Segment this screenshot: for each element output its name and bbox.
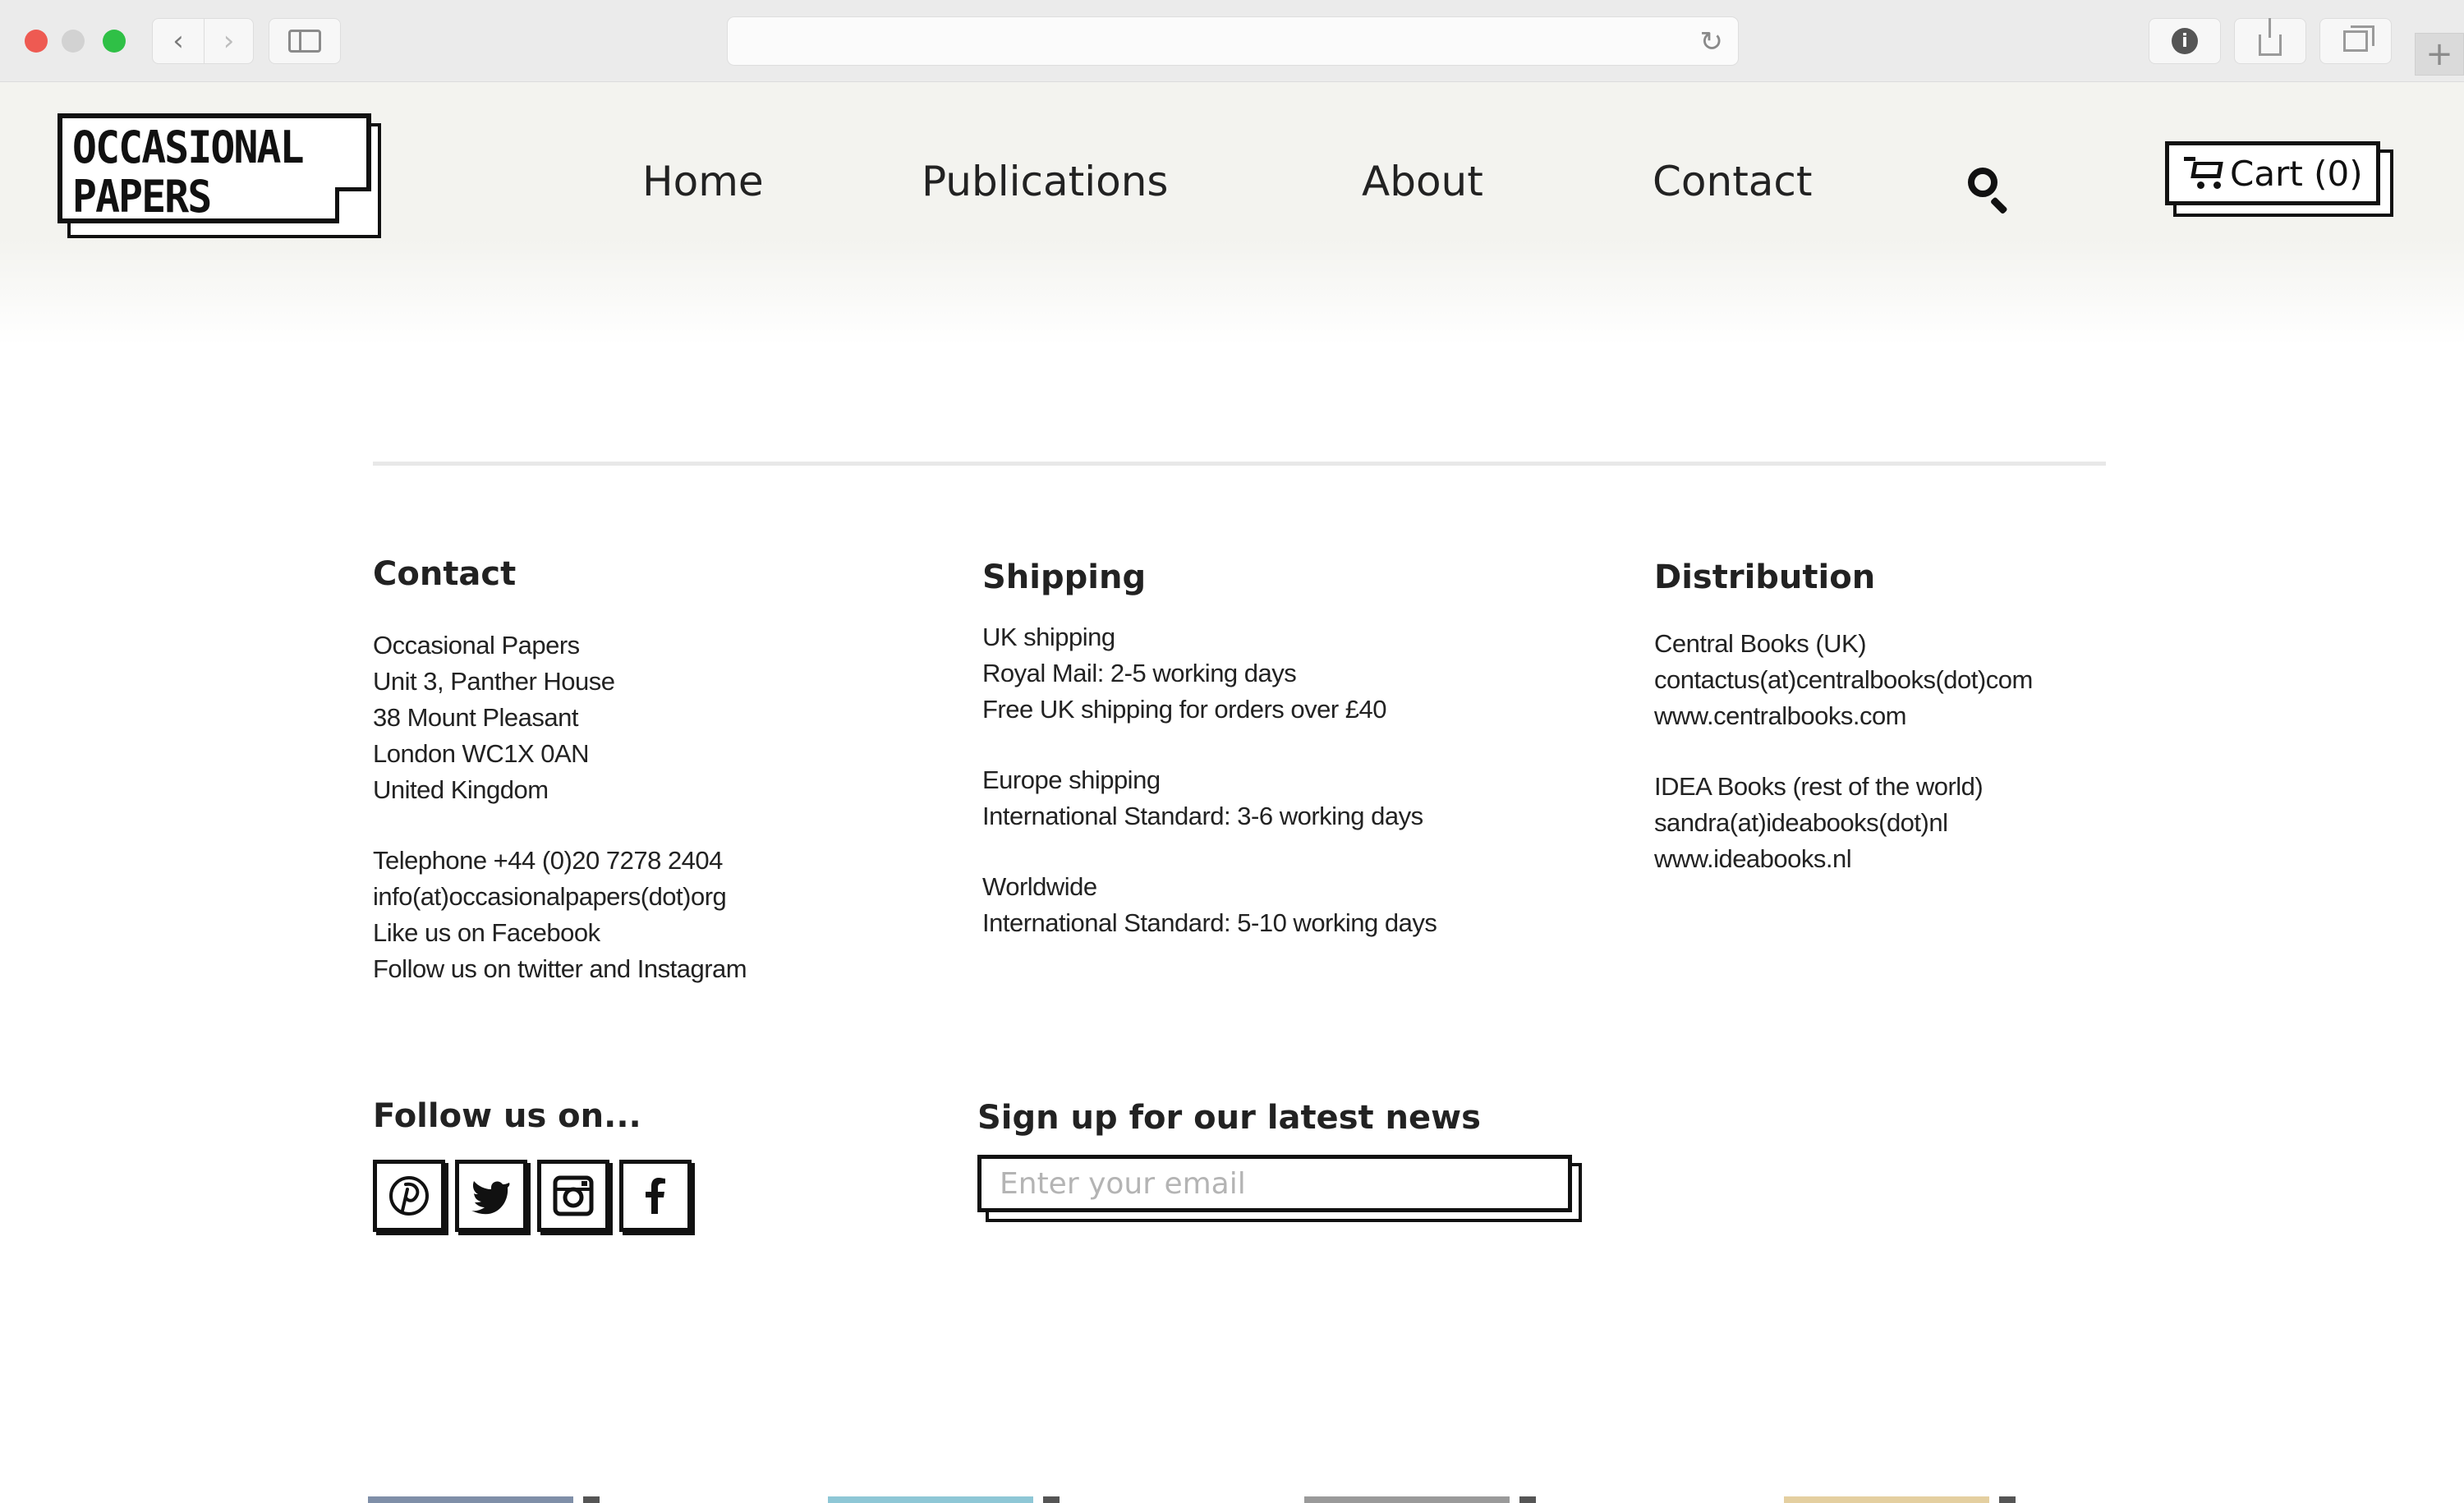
shipping-line: Free UK shipping for orders over £40 — [982, 695, 1387, 724]
distributor-name: Central Books (UK) — [1654, 629, 1867, 658]
shipping-column: Shipping UK shipping Royal Mail: 2-5 wor… — [982, 558, 1437, 941]
signup-heading: Sign up for our latest news — [977, 1099, 1481, 1137]
minimize-window-button[interactable] — [62, 30, 85, 53]
shipping-line: International Standard: 3-6 working days — [982, 802, 1423, 830]
instagram-button[interactable] — [537, 1160, 609, 1232]
share-button[interactable] — [2234, 18, 2306, 64]
distribution-column: Distribution Central Books (UK) contactu… — [1654, 558, 2033, 877]
zoom-window-button[interactable] — [103, 30, 126, 53]
instagram-icon — [553, 1175, 594, 1216]
shipping-heading: Shipping — [982, 558, 1147, 596]
social-links — [373, 1160, 692, 1232]
new-tab-button[interactable]: + — [2415, 33, 2464, 76]
shipping-line: UK shipping — [982, 623, 1115, 651]
logo-line-1: OCCASIONAL — [72, 122, 305, 173]
info-button[interactable]: i — [2149, 18, 2221, 64]
distributor-email[interactable]: sandra(at)ideabooks(dot)nl — [1654, 805, 2033, 841]
address-bar[interactable]: ↻ — [727, 16, 1739, 66]
sidebar-icon — [288, 30, 321, 53]
publication-thumbnails-edge — [0, 1496, 2464, 1503]
divider — [373, 462, 2106, 466]
site-header: OCCASIONAL PAPERS Home Publications Abou… — [0, 82, 2464, 345]
pinterest-button[interactable] — [373, 1160, 445, 1232]
site-logo[interactable]: OCCASIONAL PAPERS — [57, 113, 381, 238]
forward-icon: › — [223, 25, 235, 57]
follow-heading: Follow us on... — [373, 1097, 641, 1135]
facebook-button[interactable] — [619, 1160, 692, 1232]
shipping-line: International Standard: 5-10 working day… — [982, 908, 1437, 937]
twitter-icon — [471, 1181, 510, 1215]
distribution-heading: Distribution — [1654, 558, 1876, 596]
shipping-line: Royal Mail: 2-5 working days — [982, 659, 1297, 687]
twitter-instagram-link[interactable]: Follow us on twitter and Instagram — [373, 951, 747, 987]
address-line: Occasional Papers — [373, 631, 580, 660]
show-tabs-button[interactable] — [2319, 18, 2392, 64]
shipping-line: Europe shipping — [982, 765, 1161, 794]
facebook-icon — [646, 1178, 665, 1214]
follow-section: Follow us on... — [373, 1097, 692, 1232]
share-icon — [2259, 18, 2282, 56]
new-tab-icon: + — [2425, 35, 2453, 73]
address-line: London WC1X 0AN — [373, 739, 590, 768]
back-icon: ‹ — [172, 25, 184, 57]
cart-label: Cart (0) — [2230, 153, 2363, 194]
telephone: Telephone +44 (0)20 7278 2404 — [373, 846, 723, 875]
info-icon: i — [2172, 28, 2198, 54]
contact-column: Contact Occasional Papers Unit 3, Panthe… — [373, 555, 747, 987]
distributor-website[interactable]: www.centralbooks.com — [1654, 698, 2033, 734]
email-input[interactable] — [977, 1155, 1572, 1212]
nav-contact[interactable]: Contact — [1653, 158, 1813, 205]
facebook-link[interactable]: Like us on Facebook — [373, 915, 747, 951]
search-icon[interactable] — [1965, 164, 2011, 215]
address-line: 38 Mount Pleasant — [373, 703, 579, 732]
shipping-line: Worldwide — [982, 872, 1097, 901]
contact-heading: Contact — [373, 555, 517, 593]
tabs-icon — [2343, 25, 2374, 52]
email-link[interactable]: info(at)occasionalpapers(dot)org — [373, 879, 747, 915]
forward-button[interactable]: › — [205, 18, 254, 64]
pinterest-icon — [389, 1176, 429, 1216]
browser-toolbar: ‹ › ↻ i + — [0, 0, 2464, 82]
shopping-cart-icon — [2184, 157, 2225, 190]
close-window-button[interactable] — [25, 30, 48, 53]
nav-about[interactable]: About — [1362, 158, 1483, 205]
reload-icon[interactable]: ↻ — [1700, 25, 1724, 58]
cart-button[interactable]: Cart (0) — [2165, 141, 2393, 217]
sidebar-toggle-button[interactable] — [269, 18, 341, 64]
distributor-website[interactable]: www.ideabooks.nl — [1654, 841, 2033, 877]
address-line: Unit 3, Panther House — [373, 667, 615, 696]
logo-line-2: PAPERS — [72, 171, 212, 223]
distributor-name: IDEA Books (rest of the world) — [1654, 772, 1984, 801]
distributor-email[interactable]: contactus(at)centralbooks(dot)com — [1654, 662, 2033, 698]
newsletter-signup: Sign up for our latest news — [977, 1099, 1582, 1222]
twitter-button[interactable] — [455, 1160, 527, 1232]
address-line: United Kingdom — [373, 775, 549, 804]
nav-publications[interactable]: Publications — [922, 158, 1168, 205]
nav-home[interactable]: Home — [642, 158, 764, 205]
back-button[interactable]: ‹ — [152, 18, 205, 64]
logo-page-fold — [335, 187, 371, 223]
